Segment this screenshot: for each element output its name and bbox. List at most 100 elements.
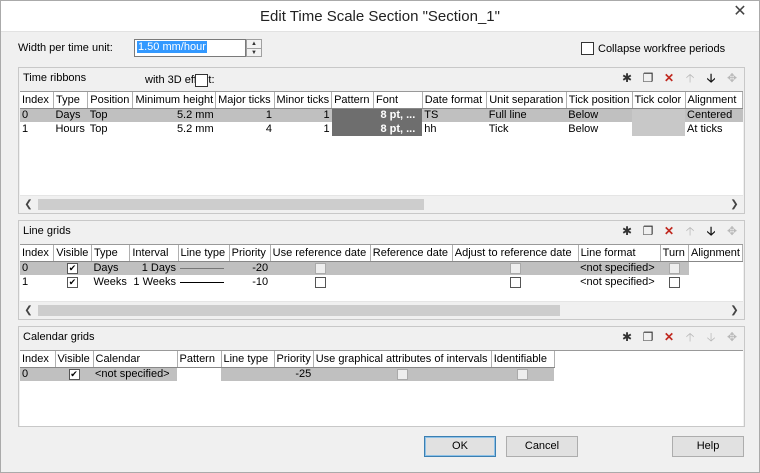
table-row[interactable]: 1 ✔ Weeks 1 Weeks -10 <not specified> bbox=[20, 275, 743, 289]
3d-effect-checkbox[interactable] bbox=[195, 74, 208, 87]
spin-up-icon[interactable]: ▲ bbox=[247, 40, 261, 48]
move-down-icon[interactable]: 🡣 bbox=[703, 70, 719, 86]
move-down-icon[interactable]: 🡣 bbox=[703, 329, 719, 345]
cell-pattern[interactable] bbox=[177, 367, 221, 381]
spin-down-icon[interactable]: ▼ bbox=[247, 49, 261, 57]
cell-visible[interactable]: ✔ bbox=[53, 261, 92, 275]
cell-pattern[interactable] bbox=[331, 108, 374, 122]
column-header[interactable]: Line type bbox=[178, 245, 230, 262]
move-icon[interactable]: ✥ bbox=[724, 70, 740, 86]
column-header[interactable]: Type bbox=[53, 92, 89, 109]
column-header[interactable]: Type bbox=[91, 245, 131, 262]
move-up-icon[interactable]: 🡡 bbox=[682, 70, 698, 86]
delete-icon[interactable]: ✕ bbox=[661, 329, 677, 345]
column-header[interactable]: Pattern bbox=[331, 92, 374, 109]
column-header[interactable]: Minimum height bbox=[132, 92, 217, 109]
column-header[interactable]: Identifiable bbox=[491, 351, 555, 368]
column-header[interactable]: Date format bbox=[422, 92, 488, 109]
scrollbar-thumb[interactable] bbox=[38, 305, 560, 316]
line-grids-table[interactable]: Index Visible Type Interval Line type Pr… bbox=[20, 244, 743, 301]
adjust-reference-date-checkbox[interactable] bbox=[509, 276, 521, 288]
cell-tick-color[interactable] bbox=[632, 108, 686, 122]
use-graphical-attributes-checkbox[interactable] bbox=[396, 368, 408, 380]
column-header[interactable]: Line type bbox=[221, 351, 275, 368]
cell-alignment[interactable] bbox=[688, 261, 743, 275]
use-reference-date-checkbox[interactable] bbox=[314, 262, 326, 274]
adjust-reference-date-checkbox[interactable] bbox=[509, 262, 521, 274]
copy-icon[interactable]: ❐ bbox=[640, 329, 656, 345]
cell-pattern[interactable] bbox=[331, 122, 374, 136]
column-header[interactable]: Tick position bbox=[566, 92, 633, 109]
column-header[interactable]: Major ticks bbox=[215, 92, 275, 109]
cell-tick-color[interactable] bbox=[632, 122, 686, 136]
check-icon[interactable]: ✔ bbox=[67, 262, 79, 274]
cell-alignment[interactable] bbox=[689, 275, 743, 289]
time-ribbons-table[interactable]: Index Type Position Minimum height Major… bbox=[20, 91, 743, 196]
cancel-button[interactable]: Cancel bbox=[506, 436, 578, 457]
time-ribbons-scrollbar[interactable]: ❮ ❯ bbox=[20, 195, 743, 212]
column-header[interactable]: Minor ticks bbox=[274, 92, 333, 109]
move-down-icon[interactable]: 🡣 bbox=[703, 223, 719, 239]
cell-use-reference-date[interactable] bbox=[270, 261, 371, 275]
move-up-icon[interactable]: 🡡 bbox=[682, 329, 698, 345]
column-header[interactable]: Index bbox=[20, 92, 54, 109]
column-header[interactable]: Use reference date bbox=[270, 245, 371, 262]
collapse-workfree-checkbox[interactable] bbox=[581, 42, 594, 55]
column-header[interactable]: Priority bbox=[274, 351, 314, 368]
column-header[interactable]: Position bbox=[87, 92, 134, 109]
help-button[interactable]: Help bbox=[672, 436, 744, 457]
scroll-left-icon[interactable]: ❮ bbox=[20, 302, 37, 319]
column-header[interactable]: Alignment bbox=[688, 245, 743, 262]
cell-line-type[interactable] bbox=[178, 275, 229, 289]
check-icon[interactable]: ✔ bbox=[67, 276, 79, 288]
move-icon[interactable]: ✥ bbox=[724, 329, 740, 345]
cell-turn[interactable] bbox=[660, 261, 689, 275]
new-icon[interactable]: ✱ bbox=[619, 70, 635, 86]
table-row[interactable]: 1 Hours Top 5.2 mm 4 1 8 pt, ... hh Tick… bbox=[20, 122, 743, 136]
column-header[interactable]: Tick color bbox=[632, 92, 686, 109]
copy-icon[interactable]: ❐ bbox=[640, 70, 656, 86]
width-per-time-unit-input[interactable]: 1.50 mm/hour bbox=[134, 39, 246, 57]
cell-visible[interactable]: ✔ bbox=[54, 275, 92, 289]
column-header[interactable]: Pattern bbox=[177, 351, 222, 368]
cell-identifiable[interactable] bbox=[491, 367, 555, 381]
table-row[interactable]: 0 ✔ Days 1 Days -20 <not specified> bbox=[20, 261, 743, 275]
delete-icon[interactable]: ✕ bbox=[661, 70, 677, 86]
new-icon[interactable]: ✱ bbox=[619, 223, 635, 239]
column-header[interactable]: Priority bbox=[229, 245, 271, 262]
column-header[interactable]: Visible bbox=[55, 351, 94, 368]
cell-line-type[interactable] bbox=[221, 367, 274, 381]
scroll-left-icon[interactable]: ❮ bbox=[20, 196, 37, 213]
cell-adjust-reference-date[interactable] bbox=[452, 261, 579, 275]
identifiable-checkbox[interactable] bbox=[517, 368, 529, 380]
calendar-grids-table[interactable]: Index Visible Calendar Pattern Line type… bbox=[20, 350, 743, 426]
turn-checkbox[interactable] bbox=[668, 262, 680, 274]
scroll-right-icon[interactable]: ❯ bbox=[726, 302, 743, 319]
scroll-right-icon[interactable]: ❯ bbox=[726, 196, 743, 213]
column-header[interactable]: Adjust to reference date bbox=[452, 245, 579, 262]
column-header[interactable]: Alignment bbox=[685, 92, 743, 109]
column-header[interactable]: Reference date bbox=[370, 245, 453, 262]
column-header[interactable]: Index bbox=[20, 351, 56, 368]
table-row[interactable]: 0 Days Top 5.2 mm 1 1 8 pt, ... TS Full … bbox=[20, 108, 743, 122]
check-icon[interactable]: ✔ bbox=[68, 368, 80, 380]
width-spinner[interactable]: ▲ ▼ bbox=[246, 39, 262, 57]
table-row[interactable]: 0 ✔ <not specified> -25 bbox=[20, 367, 555, 381]
column-header[interactable]: Interval bbox=[129, 245, 179, 262]
ok-button[interactable]: OK bbox=[424, 436, 496, 457]
column-header[interactable]: Calendar bbox=[93, 351, 178, 368]
column-header[interactable]: Font bbox=[373, 92, 423, 109]
delete-icon[interactable]: ✕ bbox=[661, 223, 677, 239]
cell-font[interactable]: 8 pt, ... bbox=[373, 108, 423, 122]
column-header[interactable]: Visible bbox=[53, 245, 92, 262]
close-button[interactable]: ✕ bbox=[729, 2, 751, 22]
column-header[interactable]: Line format bbox=[578, 245, 661, 262]
new-icon[interactable]: ✱ bbox=[619, 329, 635, 345]
cell-font[interactable]: 8 pt, ... bbox=[373, 122, 423, 136]
cell-visible[interactable]: ✔ bbox=[55, 367, 93, 381]
line-grids-scrollbar[interactable]: ❮ ❯ bbox=[20, 301, 743, 318]
cell-adjust-reference-date[interactable] bbox=[452, 275, 578, 289]
move-icon[interactable]: ✥ bbox=[724, 223, 740, 239]
column-header[interactable]: Turn bbox=[660, 245, 690, 262]
cell-use-reference-date[interactable] bbox=[270, 275, 370, 289]
